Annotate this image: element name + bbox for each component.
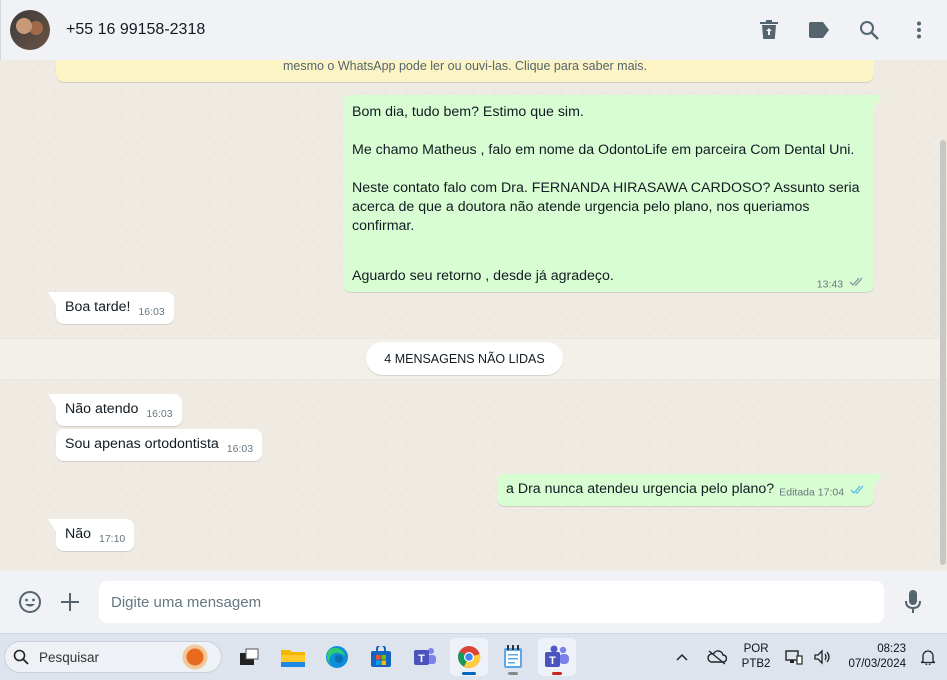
- message-outgoing[interactable]: Bom dia, tudo bem? Estimo que sim. Me ch…: [343, 95, 882, 294]
- read-ticks-icon: [850, 483, 866, 502]
- chrome-icon[interactable]: [450, 638, 488, 676]
- windows-taskbar: Pesquisar T T POR PTB2 08:23 07/03/2024: [0, 633, 947, 680]
- read-ticks-icon: [849, 275, 865, 294]
- delete-icon[interactable]: [757, 18, 781, 42]
- message-time: 16:03: [226, 443, 254, 455]
- chat-scrollbar[interactable]: [940, 140, 946, 565]
- message-incoming[interactable]: Boa tarde! 16:03: [48, 292, 174, 324]
- message-time: 13:43: [816, 278, 844, 291]
- search-icon: [13, 649, 29, 665]
- chat-panel[interactable]: mesmo o WhatsApp pode ler ou ouvi-las. C…: [0, 60, 947, 571]
- message-incoming[interactable]: Não 17:10: [47, 519, 135, 551]
- svg-text:T: T: [418, 653, 425, 665]
- message-text: Sou apenas ortodontista: [65, 436, 219, 452]
- teams-classic-icon[interactable]: T: [406, 638, 444, 676]
- teams-icon[interactable]: T: [538, 638, 576, 676]
- message-time: 16:03: [138, 306, 165, 318]
- message-text: Bom dia, tudo bem? Estimo que sim.: [352, 104, 584, 120]
- message-text: Não: [65, 526, 92, 542]
- attach-plus-icon[interactable]: [57, 589, 83, 615]
- svg-text:T: T: [549, 655, 556, 667]
- keyboard-layout: PTB2: [741, 658, 771, 670]
- microsoft-store-icon[interactable]: [362, 638, 400, 676]
- notepad-icon[interactable]: [494, 638, 532, 676]
- message-outgoing[interactable]: a Dra nunca atendeu urgencia pelo plano?…: [497, 474, 882, 506]
- message-text: Aguardo seu retorno , desde já agradeço.: [352, 268, 614, 285]
- menu-icon[interactable]: [907, 18, 931, 42]
- clock-date: 07/03/2024: [848, 658, 906, 670]
- taskbar-clock[interactable]: 08:23 07/03/2024: [848, 642, 906, 672]
- message-time: 17:10: [98, 533, 126, 545]
- volume-icon[interactable]: [813, 649, 831, 665]
- system-tray: POR PTB2 08:23 07/03/2024: [671, 642, 947, 672]
- chevron-up-icon[interactable]: [676, 653, 688, 661]
- contact-avatar[interactable]: [10, 10, 50, 50]
- file-explorer-icon[interactable]: [274, 638, 312, 676]
- search-icon[interactable]: [857, 18, 881, 42]
- contact-name[interactable]: +55 16 99158-2318: [66, 21, 731, 39]
- message-incoming[interactable]: Sou apenas ortodontista 16:03: [56, 429, 263, 461]
- microphone-icon[interactable]: [900, 589, 926, 615]
- message-text: a Dra nunca atendeu urgencia pelo plano?: [506, 481, 775, 497]
- input-language[interactable]: POR PTB2: [742, 642, 771, 672]
- message-incoming[interactable]: Não atendo 16:03: [48, 394, 182, 426]
- edited-label: Editada: [779, 486, 815, 498]
- edge-icon[interactable]: [318, 638, 356, 676]
- label-icon[interactable]: [807, 18, 831, 42]
- unread-divider: 4 MENSAGENS NÃO LIDAS: [366, 342, 563, 375]
- onedrive-paused-icon[interactable]: [707, 649, 727, 665]
- message-input[interactable]: [99, 581, 884, 623]
- search-highlight-icon: [175, 644, 215, 670]
- message-text: Neste contato falo com Dra. FERNANDA HIR…: [352, 180, 860, 234]
- network-icon[interactable]: [785, 649, 804, 665]
- clock-time: 08:23: [877, 643, 906, 655]
- message-composer: [0, 571, 947, 633]
- taskbar-search-label: Pesquisar: [39, 649, 100, 665]
- message-time: 16:03: [146, 408, 173, 420]
- message-text: Não atendo: [65, 401, 139, 417]
- encryption-notice[interactable]: mesmo o WhatsApp pode ler ou ouvi-las. C…: [56, 60, 874, 82]
- message-text: Boa tarde!: [65, 299, 131, 315]
- emoji-icon[interactable]: [17, 589, 43, 615]
- notification-bell-icon[interactable]: [921, 649, 935, 665]
- taskbar-search[interactable]: Pesquisar: [4, 641, 222, 673]
- task-view-icon[interactable]: [230, 638, 268, 676]
- message-time: 17:04: [817, 486, 845, 498]
- language-code: POR: [743, 643, 769, 655]
- chat-header: +55 16 99158-2318: [0, 0, 947, 60]
- message-text: Me chamo Matheus , falo em nome da Odont…: [352, 142, 855, 158]
